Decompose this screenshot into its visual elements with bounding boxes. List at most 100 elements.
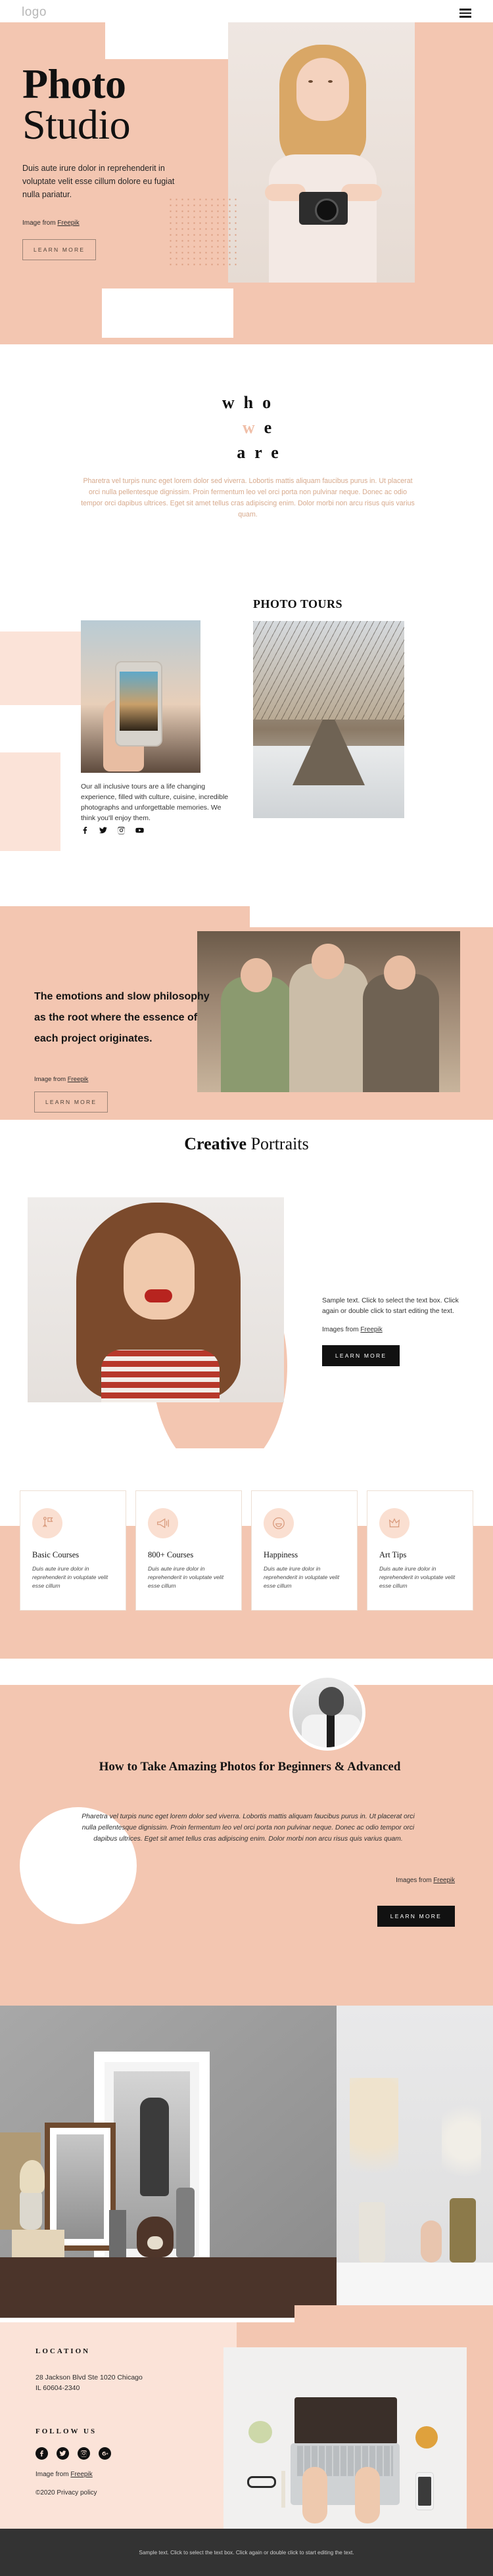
creative-portraits-heading-light: Portraits xyxy=(246,1134,309,1153)
laughing-woman-photo xyxy=(28,1197,284,1402)
phone-sunset-photo xyxy=(81,620,200,773)
gallery-section xyxy=(0,1933,493,2322)
feature-card-text: Duis aute irure dolor in reprehenderit i… xyxy=(379,1565,456,1589)
copyright-text[interactable]: ©2020 Privacy policy xyxy=(35,2489,97,2496)
freepik-link[interactable]: Freepik xyxy=(433,1877,455,1884)
bottom-bar: Sample text. Click to select the text bo… xyxy=(0,2529,493,2576)
creative-portraits-text-block: Sample text. Click to select the text bo… xyxy=(322,1296,473,1366)
hero-title-line2: Studio xyxy=(22,101,131,148)
howto-credit-prefix: Images from xyxy=(396,1877,434,1884)
facebook-icon[interactable] xyxy=(35,2447,48,2460)
youtube-icon[interactable] xyxy=(135,826,145,836)
smiley-face-icon xyxy=(264,1508,294,1538)
feature-card-title: Basic Courses xyxy=(32,1550,80,1559)
creative-portraits-credit: Images from Freepik xyxy=(322,1326,473,1333)
peach-band-decoration-2 xyxy=(0,752,60,851)
how-to-image-credit: Images from Freepik xyxy=(396,1877,455,1884)
footer-image-credit: Image from Freepik xyxy=(35,2471,93,2478)
site-footer: LOCATION 28 Jackson Blvd Ste 1020 Chicag… xyxy=(0,2322,493,2531)
who-letter-r: r xyxy=(254,443,271,462)
footer-social-links xyxy=(35,2447,111,2460)
feature-card-text: Duis aute irure dolor in reprehenderit i… xyxy=(32,1565,108,1589)
follow-us-title: FOLLOW US xyxy=(35,2427,97,2435)
feature-card[interactable]: Happiness Duis aute irure dolor in repre… xyxy=(251,1490,358,1611)
feature-card-title: Art Tips xyxy=(379,1550,407,1559)
emotions-section: The emotions and slow philosophy as the … xyxy=(0,906,493,1120)
freepik-link[interactable]: Freepik xyxy=(68,1076,89,1083)
hero-white-strip xyxy=(102,288,233,338)
who-letter-we-w: w xyxy=(242,418,264,437)
portraits-credit-prefix: Images from xyxy=(322,1326,361,1333)
explorer-flag-icon xyxy=(32,1508,62,1538)
feature-card-text: Duis aute irure dolor in reprehenderit i… xyxy=(264,1565,340,1589)
peach-band-decoration-5 xyxy=(294,2305,493,2322)
site-header: logo xyxy=(0,0,493,22)
twitter-icon[interactable] xyxy=(57,2447,69,2460)
feature-card[interactable]: 800+ Courses Duis aute irure dolor in re… xyxy=(135,1490,242,1611)
twitter-icon[interactable] xyxy=(99,826,108,836)
address-line-2: IL 60604-2340 xyxy=(35,2384,80,2392)
page-title: Photo Studio xyxy=(22,63,131,148)
emotions-image-credit: Image from Freepik xyxy=(34,1076,88,1083)
how-to-learn-more-button[interactable]: LEARN MORE xyxy=(377,1906,455,1927)
hamburger-menu-icon[interactable] xyxy=(459,9,471,18)
creative-portraits-section: Creative Portraits Sample text. Click to… xyxy=(0,1120,493,1475)
creative-portraits-heading-bold: Creative xyxy=(184,1134,247,1153)
framed-prints-photo xyxy=(0,2006,337,2318)
who-letter-we-e: e xyxy=(264,418,281,437)
who-letter-a: a xyxy=(237,443,255,462)
logo[interactable]: logo xyxy=(22,5,47,20)
facebook-icon[interactable] xyxy=(81,826,89,836)
footer-credit-prefix: Image from xyxy=(35,2471,71,2478)
creative-portraits-heading: Creative Portraits xyxy=(0,1134,493,1154)
creative-portraits-paragraph: Sample text. Click to select the text bo… xyxy=(322,1297,459,1315)
white-block-decoration-2 xyxy=(0,1659,493,1685)
dot-pattern-decoration xyxy=(168,196,240,269)
hero-section: Photo Studio Duis aute irure dolor in re… xyxy=(0,20,493,344)
who-we-are-paragraph: Pharetra vel turpis nunc eget lorem dolo… xyxy=(81,477,415,518)
freepik-link[interactable]: Freepik xyxy=(57,219,79,227)
hero-title-line1: Photo xyxy=(22,60,126,107)
photographer-avatar xyxy=(289,1674,365,1751)
peach-band-decoration-4 xyxy=(0,1933,493,2006)
white-block-decoration xyxy=(250,906,493,927)
who-we-are-section: who we are Pharetra vel turpis nunc eget… xyxy=(0,344,493,591)
winter-landscape-photo xyxy=(253,621,404,818)
address-block: 28 Jackson Blvd Ste 1020 Chicago IL 6060… xyxy=(35,2372,187,2393)
who-letter-w: w xyxy=(222,393,244,412)
how-to-section: How to Take Amazing Photos for Beginners… xyxy=(0,1659,493,1933)
features-section: Basic Courses Duis aute irure dolor in r… xyxy=(0,1448,493,1659)
emotions-credit-prefix: Image from xyxy=(34,1076,68,1083)
address-line-1: 28 Jackson Blvd Ste 1020 Chicago xyxy=(35,2374,143,2381)
who-we-are-wordmark: who we are xyxy=(0,390,493,465)
hero-photo xyxy=(228,20,415,283)
portraits-learn-more-button[interactable]: LEARN MORE xyxy=(322,1345,400,1366)
dried-flowers-photo xyxy=(337,2006,493,2318)
emotions-learn-more-button[interactable]: LEARN MORE xyxy=(34,1092,108,1113)
google-plus-icon[interactable] xyxy=(99,2447,111,2460)
instagram-icon[interactable] xyxy=(78,2447,90,2460)
how-to-paragraph: Pharetra vel turpis nunc eget lorem dolo… xyxy=(82,1813,415,1843)
who-letter-h: h xyxy=(243,393,263,412)
feature-card-list: Basic Courses Duis aute irure dolor in r… xyxy=(20,1490,473,1611)
workspace-laptop-photo xyxy=(223,2347,467,2531)
feature-card-title: 800+ Courses xyxy=(148,1550,194,1559)
photo-tours-heading: PHOTO TOURS xyxy=(253,597,343,610)
instagram-icon[interactable] xyxy=(117,826,126,836)
feature-card-text: Duis aute irure dolor in reprehenderit i… xyxy=(148,1565,224,1589)
bottom-bar-text: Sample text. Click to select the text bo… xyxy=(139,2549,354,2556)
photo-tours-social-links xyxy=(81,826,145,836)
hero-learn-more-button[interactable]: LEARN MORE xyxy=(22,239,97,260)
who-letter-e: e xyxy=(271,443,288,462)
freepik-link[interactable]: Freepik xyxy=(70,2471,92,2478)
photo-tours-paragraph: Our all inclusive tours are a life chang… xyxy=(81,783,229,822)
hero-paragraph: Duis aute irure dolor in reprehenderit i… xyxy=(22,164,175,199)
freepik-link[interactable]: Freepik xyxy=(360,1326,382,1333)
feature-card[interactable]: Basic Courses Duis aute irure dolor in r… xyxy=(20,1490,126,1611)
feature-card-title: Happiness xyxy=(264,1550,298,1559)
crown-icon xyxy=(379,1508,410,1538)
who-letter-o: o xyxy=(262,393,281,412)
location-title: LOCATION xyxy=(35,2347,91,2355)
feature-card[interactable]: Art Tips Duis aute irure dolor in repreh… xyxy=(367,1490,473,1611)
megaphone-icon xyxy=(148,1508,178,1538)
